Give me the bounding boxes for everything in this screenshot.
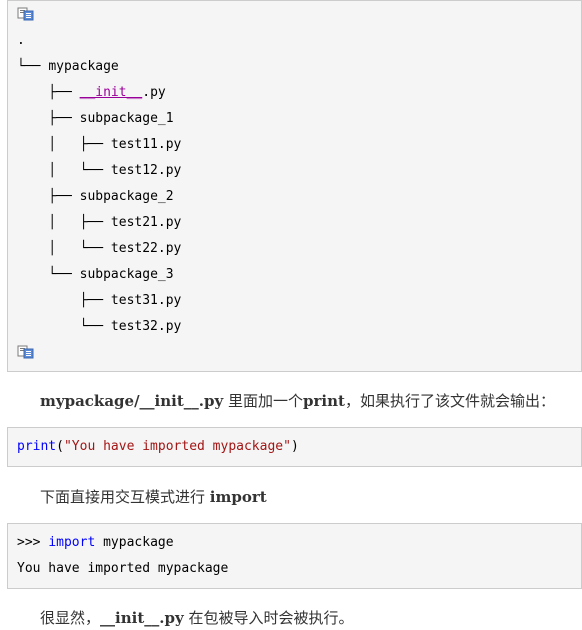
- tree-branch: ├──: [17, 85, 80, 100]
- init-path-bold: mypackage/__init__.py: [40, 392, 224, 410]
- tree-entry-name: subpackage_2: [79, 189, 174, 204]
- import-keyword: import: [48, 535, 96, 550]
- paragraph-conclusion: 很显然，__init__.py 在包被导入时会被执行。: [40, 607, 353, 628]
- print-code-block: print("You have imported mypackage"): [7, 427, 582, 467]
- tree-branch: │ ├──: [17, 215, 111, 230]
- interactive-code-block: >>> import mypackage You have imported m…: [7, 523, 582, 589]
- para1-text-mid: 里面加一个: [223, 392, 303, 410]
- init-file-bold: __init__.py: [100, 609, 184, 627]
- tree-line: ├── test31.py: [17, 293, 182, 308]
- tree-entry-suffix: .py: [142, 85, 166, 100]
- repl-prompt: >>>: [17, 535, 49, 550]
- tree-line: └── subpackage_3: [17, 267, 174, 282]
- tree-line: .: [17, 33, 25, 48]
- tree-code-block: . └── mypackage ├── __init__.py ├── subpa…: [7, 0, 582, 372]
- import-code-line: >>> import mypackage: [17, 535, 174, 550]
- code-paren-open: (: [56, 439, 64, 454]
- tree-line: ├── subpackage_1: [17, 111, 174, 126]
- para2-text: 下面直接用交互模式进行: [40, 488, 210, 506]
- code-string: "You have imported mypackage": [63, 439, 291, 454]
- tree-line: ├── subpackage_2: [17, 189, 174, 204]
- tree-entry-name: subpackage_1: [79, 111, 174, 126]
- tree-branch: │ └──: [17, 163, 111, 178]
- para3-text-end: 在包被导入时会被执行。: [183, 609, 354, 627]
- tree-branch: ├──: [17, 111, 80, 126]
- tree-branch: ├──: [17, 189, 80, 204]
- paragraph-interactive-mode: 下面直接用交互模式进行 import: [40, 486, 267, 507]
- tree-line: └── mypackage: [17, 59, 119, 74]
- tree-entry-name: mypackage: [48, 59, 119, 74]
- tree-branch: │ └──: [17, 241, 111, 256]
- tree-entry-name: test12.py: [110, 163, 182, 178]
- tree-branch: └──: [17, 319, 111, 334]
- copy-code-icon[interactable]: [17, 345, 35, 359]
- tree-entry-name: test22.py: [110, 241, 182, 256]
- copy-code-icon[interactable]: [17, 7, 35, 21]
- para1-text-end: ，如果执行了该文件就会输出：: [344, 392, 555, 410]
- print-bold: print: [303, 392, 345, 410]
- tree-line: │ ├── test11.py: [17, 137, 181, 152]
- paragraph-init-explanation: mypackage/__init__.py 里面加一个print，如果执行了该文…: [40, 390, 555, 411]
- tree-line: ├── __init__.py: [17, 85, 166, 100]
- tree-branch: │ ├──: [17, 137, 111, 152]
- tree-line: │ └── test22.py: [17, 241, 181, 256]
- tree-entry-name: subpackage_3: [79, 267, 174, 282]
- code-paren-close: ): [290, 439, 299, 454]
- tree-line: └── test32.py: [17, 319, 182, 334]
- import-output-line: You have imported mypackage: [17, 561, 229, 576]
- tree-line: │ └── test12.py: [17, 163, 181, 178]
- import-target: mypackage: [95, 535, 174, 550]
- code-func: print: [17, 439, 57, 454]
- tree-branch: .: [17, 33, 25, 48]
- tree-entry-name: test31.py: [110, 293, 182, 308]
- import-bold: import: [209, 488, 267, 506]
- para3-text-start: 很显然，: [40, 609, 101, 627]
- tree-line: │ ├── test21.py: [17, 215, 181, 230]
- print-code-line: print("You have imported mypackage"): [17, 439, 299, 454]
- tree-entry-name: test21.py: [110, 215, 182, 230]
- init-file-link[interactable]: __init__: [80, 85, 143, 100]
- tree-branch: └──: [17, 267, 80, 282]
- tree-branch: └──: [17, 59, 49, 74]
- tree-entry-name: test11.py: [110, 137, 182, 152]
- tree-branch: ├──: [17, 293, 111, 308]
- tree-entry-name: test32.py: [110, 319, 182, 334]
